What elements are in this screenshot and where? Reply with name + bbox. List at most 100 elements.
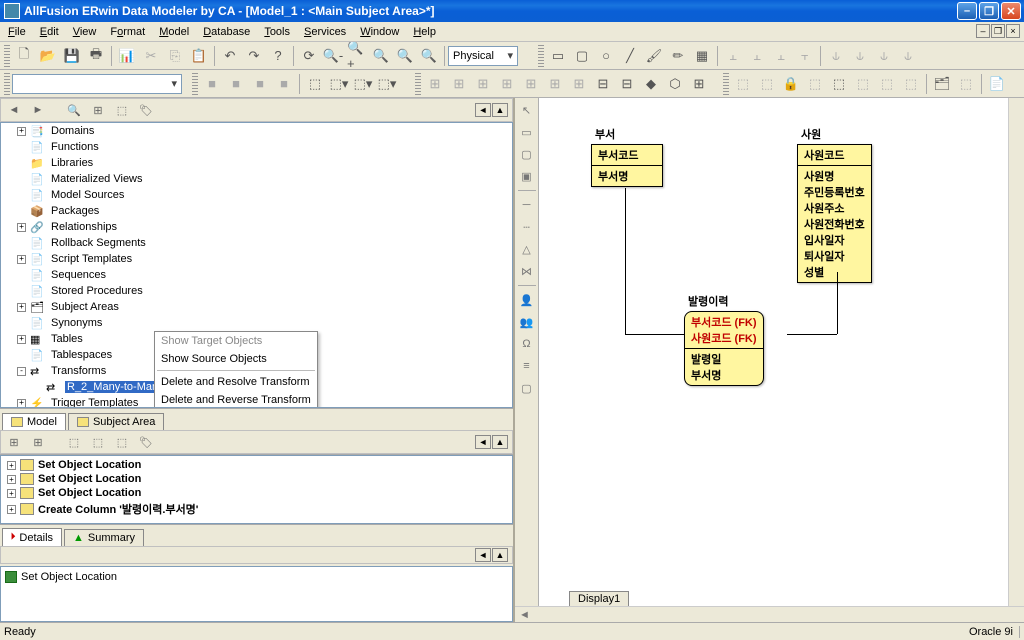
menu-format[interactable]: Format [110,26,145,38]
menu-database[interactable]: Database [203,26,250,38]
toolbar-handle-4[interactable] [192,73,198,95]
expand-icon[interactable]: - [17,367,26,376]
undo-button[interactable]: ↶ [219,45,241,67]
canvas-vscrollbar[interactable] [1008,98,1024,606]
panel3-collapse-left[interactable]: ◄ [475,548,491,562]
expand-icon[interactable]: + [7,505,16,514]
mdi-restore[interactable]: ❐ [991,24,1005,38]
zoom-100-button[interactable]: 🔍 [394,45,416,67]
derived-tool[interactable]: ▣ [517,166,537,186]
expand-icon[interactable]: + [17,335,26,344]
toolbar-handle-5[interactable] [415,73,421,95]
log-icon-a[interactable]: ⊞ [5,433,23,451]
nonid-rel-tool[interactable]: ┄ [517,217,537,237]
manymany-tool[interactable]: ⋈ [517,261,537,281]
panel2-collapse-left[interactable]: ◄ [475,435,491,449]
tab-subject-area[interactable]: Subject Area [68,413,164,430]
tree-item[interactable]: +🔗Relationships [1,219,512,235]
tb4-e[interactable]: ⬚ [828,73,850,95]
log-icon-d[interactable]: ⬚ [89,433,107,451]
tree-item[interactable]: 📄Model Sources [1,187,512,203]
log-icon-c[interactable]: ⬚ [65,433,83,451]
note-tool[interactable]: Ω [517,334,537,354]
toolbar-handle[interactable] [4,45,10,67]
tree-item[interactable]: 📄Rollback Segments [1,235,512,251]
expand-icon[interactable]: + [7,461,16,470]
help-button[interactable]: ? [267,45,289,67]
tb3-k[interactable]: ⬡ [664,73,686,95]
menu-window[interactable]: Window [360,26,399,38]
tb2-f[interactable]: ⬚▾ [328,73,350,95]
menu-file[interactable]: File [8,26,26,38]
roundrect-tool[interactable]: ▢ [571,45,593,67]
tree-item[interactable]: 📄Sequences [1,267,512,283]
nav-fwd-icon[interactable]: ► [29,101,47,119]
expand-icon[interactable]: + [17,223,26,232]
expand-icon[interactable]: + [7,489,16,498]
tree-item[interactable]: 📦Packages [1,203,512,219]
save-button[interactable]: 💾 [61,45,83,67]
entity-history[interactable]: 발령이력 부서코드 (FK) 사원코드 (FK) 발령일 부서명 [684,293,764,386]
expand-icon[interactable]: + [17,399,26,408]
canvas-hscrollbar[interactable]: ◄ [515,606,1024,622]
mdi-minimize[interactable]: – [976,24,990,38]
panel3-collapse-right[interactable]: ▲ [492,548,508,562]
zoom-area-button[interactable]: 🔍 [418,45,440,67]
menu-tools[interactable]: Tools [264,26,290,38]
expand-icon[interactable]: + [17,303,26,312]
panel2-collapse-right[interactable]: ▲ [492,435,508,449]
entity-dept[interactable]: 부서 부서코드 부서명 [591,126,663,187]
filter2-icon[interactable]: ⬚ [113,101,131,119]
view-tool[interactable]: ▢ [517,144,537,164]
mdi-close[interactable]: × [1006,24,1020,38]
find-icon[interactable]: 🔍 [65,101,83,119]
menu-help[interactable]: Help [413,26,436,38]
tb3-h[interactable]: ⊟ [592,73,614,95]
open-button[interactable]: 📂 [37,45,59,67]
tb3-i[interactable]: ⊟ [616,73,638,95]
bold-tool[interactable]: ✏ [667,45,689,67]
report-button[interactable]: 📊 [116,45,138,67]
user-tool-b[interactable]: 👥 [517,312,537,332]
subtype-tool[interactable]: △ [517,239,537,259]
pointer-tool[interactable]: ↖ [517,100,537,120]
print-button[interactable]: 🖶 [85,45,107,67]
panel-collapse-right[interactable]: ▲ [492,103,508,117]
nav-back-icon[interactable]: ◄ [5,101,23,119]
text-tool[interactable]: ≡ [517,356,537,376]
context-menu-item[interactable]: Delete and Reverse Transform [155,391,317,408]
identifying-rel-tool[interactable]: ─ [517,195,537,215]
new-button[interactable]: 🗋 [13,45,35,67]
menu-edit[interactable]: Edit [40,26,59,38]
sync-button[interactable]: ⟳ [298,45,320,67]
tb2-g[interactable]: ⬚▾ [352,73,374,95]
model-tree[interactable]: +📑Domains📄Functions📁Libraries📄Materializ… [0,122,513,408]
tree-item[interactable]: +📑Domains [1,123,512,139]
tree-item[interactable]: 📁Libraries [1,155,512,171]
zoom-fit-button[interactable]: 🔍 [370,45,392,67]
tb2-h[interactable]: ⬚▾ [376,73,398,95]
action-row[interactable]: +Set Object Location [3,486,510,500]
tree-item[interactable]: 📄Materialized Views [1,171,512,187]
display-tab[interactable]: Display1 [569,591,629,606]
rect-tool[interactable]: ▭ [547,45,569,67]
tb4-c[interactable]: 🔒 [780,73,802,95]
context-menu-item[interactable]: Delete and Resolve Transform [155,373,317,391]
zoom-in-button[interactable]: 🔍+ [346,45,368,67]
scroll-left-icon[interactable]: ◄ [519,609,530,621]
ellipse-tool[interactable]: ○ [595,45,617,67]
menu-model[interactable]: Model [159,26,189,38]
expand-icon[interactable]: + [17,255,26,264]
tree-item[interactable]: +🗂Subject Areas [1,299,512,315]
user-tool-a[interactable]: 👤 [517,290,537,310]
toolbar-handle-2[interactable] [538,45,544,67]
maximize-button[interactable]: ❐ [979,2,999,20]
filter-icon[interactable]: ⊞ [89,101,107,119]
tree-item[interactable]: 📄Synonyms [1,315,512,331]
panel-collapse-left[interactable]: ◄ [475,103,491,117]
tag-icon[interactable]: 🏷 [137,101,155,119]
subject-combo[interactable]: ▾ [12,74,182,94]
menu-view[interactable]: View [73,26,97,38]
tb3-j[interactable]: ◆ [640,73,662,95]
minimize-button[interactable]: – [957,2,977,20]
